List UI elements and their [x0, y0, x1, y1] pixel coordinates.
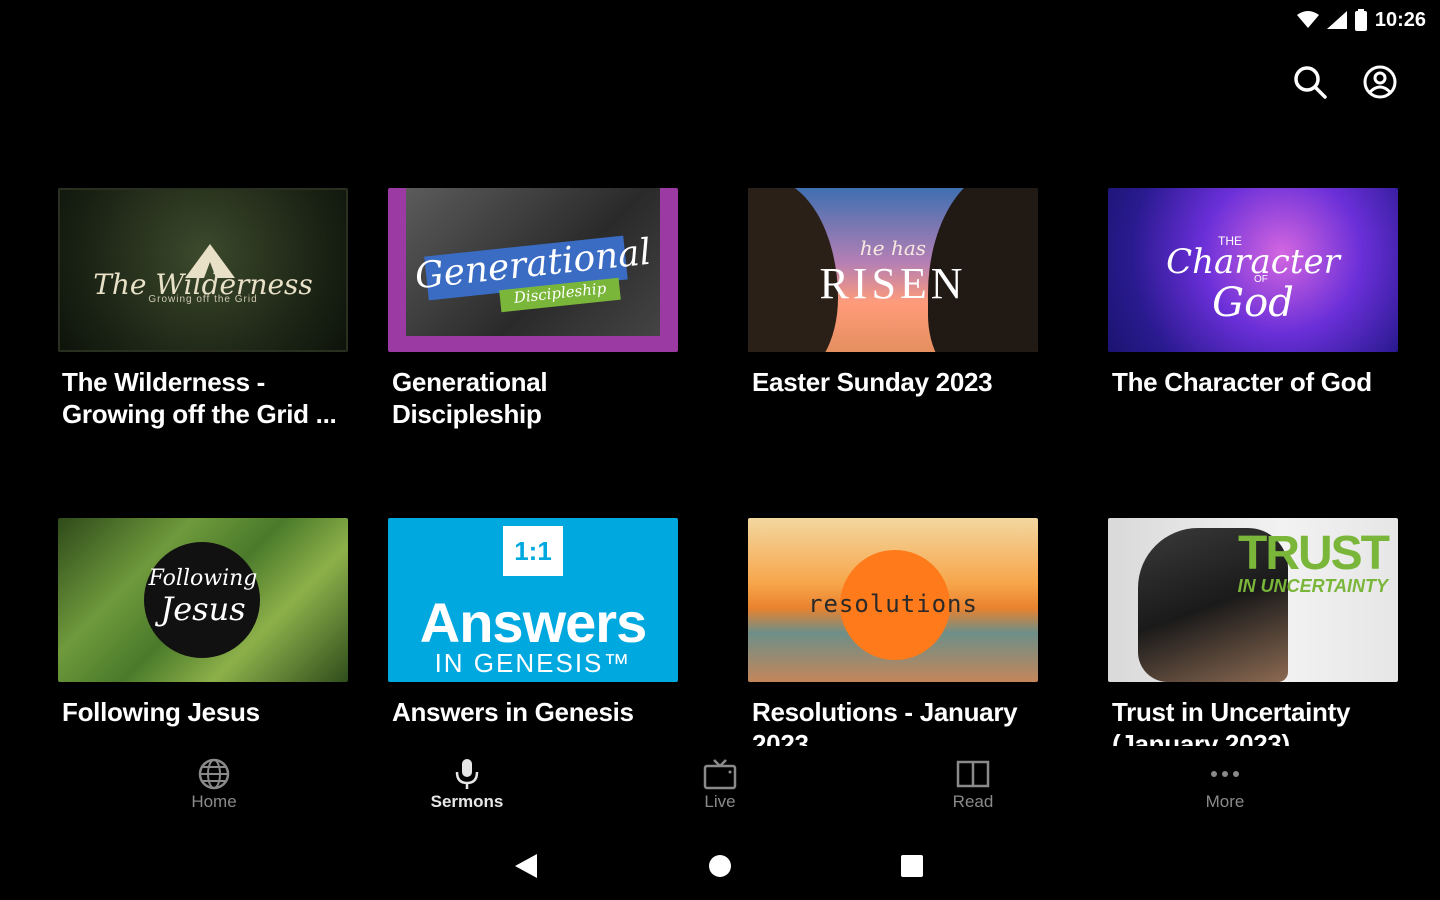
sermon-series-grid: The Wilderness Growing off the Grid The …	[0, 188, 1440, 746]
series-card[interactable]: Following Jesus Following Jesus	[58, 518, 348, 728]
nav-label: Sermons	[430, 792, 504, 811]
account-icon	[1363, 65, 1397, 99]
series-title: The Character of God	[1112, 367, 1372, 397]
nav-label: Read	[952, 792, 994, 811]
tv-icon	[703, 759, 737, 790]
series-card[interactable]: resolutions Resolutions - January 2023	[748, 518, 1038, 746]
account-button[interactable]	[1360, 62, 1400, 102]
series-thumbnail: resolutions	[748, 518, 1038, 682]
series-art-title: Following	[148, 566, 258, 591]
bottom-navigation: Home Sermons Live Read More	[0, 752, 1440, 832]
series-card[interactable]: 1:1 Answers IN GENESIS™ Answers in Genes…	[388, 518, 678, 728]
recents-button[interactable]	[892, 846, 932, 886]
series-card[interactable]: THE Character OF God The Character of Go…	[1108, 188, 1398, 398]
back-icon	[515, 854, 537, 878]
search-icon	[1294, 66, 1327, 99]
top-action-bar	[1290, 62, 1400, 102]
series-art-subtitle: IN UNCERTAINTY	[1237, 576, 1388, 596]
series-thumbnail: he has RISEN	[748, 188, 1038, 352]
nav-label: Home	[191, 792, 237, 811]
series-title: Answers in Genesis	[392, 697, 634, 727]
home-button[interactable]	[700, 846, 740, 886]
series-art-title: Character	[1166, 242, 1340, 282]
wifi-icon	[1296, 11, 1319, 28]
series-thumbnail: The Wilderness Growing off the Grid	[58, 188, 348, 352]
microphone-icon	[455, 759, 479, 789]
series-thumbnail: TRUST IN UNCERTAINTY	[1108, 518, 1398, 682]
book-icon	[956, 760, 990, 788]
series-card[interactable]: TRUST IN UNCERTAINTY Trust in Uncertaint…	[1108, 518, 1398, 746]
more-icon	[1211, 771, 1239, 777]
series-thumbnail: 1:1 Answers IN GENESIS™	[388, 518, 678, 682]
battery-icon	[1354, 9, 1367, 31]
series-art-subtitle: Growing off the Grid	[148, 294, 258, 305]
series-art-title-2: God	[1212, 280, 1294, 326]
series-art-subtitle: IN GENESIS™	[434, 648, 632, 678]
clock: 10:26	[1374, 8, 1426, 31]
series-title: Following Jesus	[62, 697, 260, 727]
back-button[interactable]	[506, 846, 546, 886]
series-thumbnail: Following Jesus	[58, 518, 348, 682]
status-bar: 10:26	[1296, 0, 1440, 40]
series-art-title: Answers	[419, 591, 647, 654]
series-art-title-2: Jesus	[160, 590, 246, 628]
system-navigation-bar	[0, 846, 1440, 886]
nav-label: Live	[704, 792, 736, 811]
series-art-badge: 1:1	[503, 526, 563, 576]
nav-read[interactable]: Read	[913, 752, 1033, 812]
series-thumbnail: Generational Discipleship	[388, 188, 678, 352]
series-art-title: TRUST	[1238, 527, 1390, 580]
nav-more[interactable]: More	[1165, 752, 1285, 812]
series-title: Easter Sunday 2023	[752, 367, 993, 397]
nav-label: More	[1205, 792, 1245, 811]
nav-home[interactable]: Home	[154, 752, 274, 812]
nav-sermons[interactable]: Sermons	[407, 752, 527, 812]
recents-square-icon	[901, 855, 923, 877]
series-card[interactable]: Generational Discipleship Generational D…	[388, 188, 678, 430]
series-art-title: resolutions	[808, 590, 978, 618]
series-title: Generational Discipleship	[392, 367, 548, 429]
signal-icon	[1326, 11, 1347, 29]
search-button[interactable]	[1290, 62, 1330, 102]
series-art-title: RISEN	[819, 259, 967, 308]
series-art-subtitle: he has	[859, 236, 927, 260]
series-card[interactable]: he has RISEN Easter Sunday 2023	[748, 188, 1038, 398]
series-title: Resolutions - January 2023	[752, 697, 1018, 746]
series-title: The Wilderness - Growing off the Grid ..…	[62, 367, 337, 429]
series-title: Trust in Uncertainty (January 2023)	[1112, 697, 1351, 746]
home-circle-icon	[709, 855, 731, 877]
globe-icon	[198, 758, 230, 790]
nav-live[interactable]: Live	[660, 752, 780, 812]
series-thumbnail: THE Character OF God	[1108, 188, 1398, 352]
series-card[interactable]: The Wilderness Growing off the Grid The …	[58, 188, 348, 430]
